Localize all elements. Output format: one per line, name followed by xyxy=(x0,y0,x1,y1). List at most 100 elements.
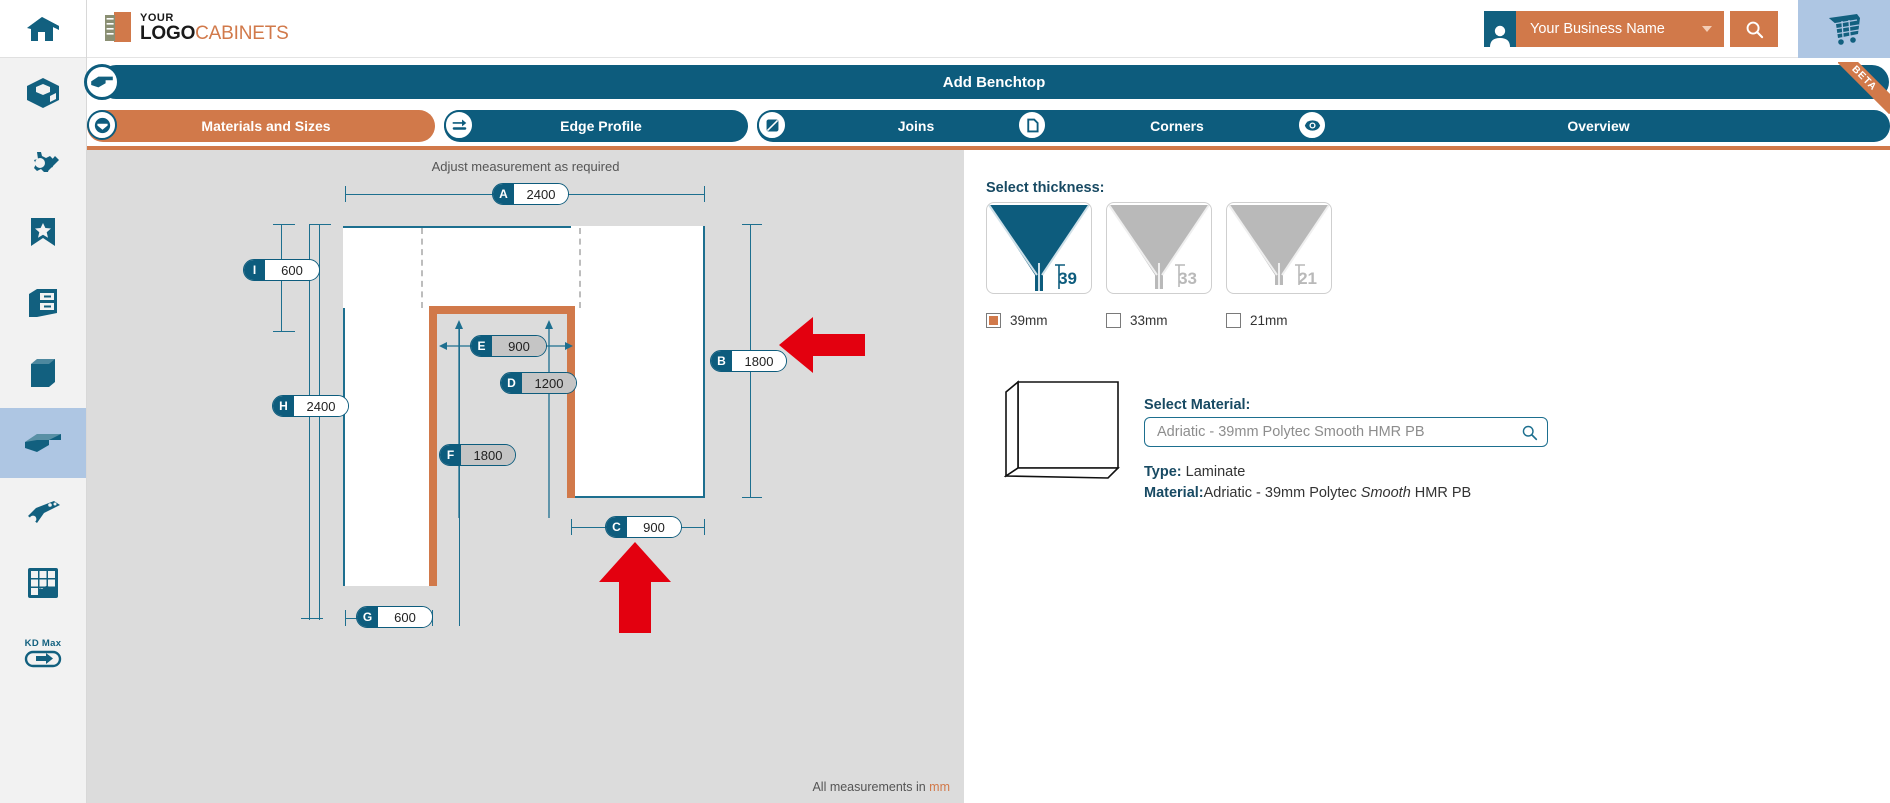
units-note-prefix: All measurements in xyxy=(812,780,930,794)
badge-value[interactable]: 900 xyxy=(492,336,546,356)
tab-label: Edge Profile xyxy=(560,118,642,134)
top-header: YOUR LOGOCABINETS Your Business Name xyxy=(87,0,1890,58)
corners-icon xyxy=(1026,118,1039,132)
thickness-value-33: 33 xyxy=(1178,269,1197,288)
home-icon xyxy=(27,16,59,41)
badge-value[interactable]: 2400 xyxy=(514,184,568,204)
keypad-icon xyxy=(28,568,58,598)
favourites-icon xyxy=(31,218,55,246)
beta-label: BETA xyxy=(1838,62,1890,114)
units-note-unit: mm xyxy=(929,780,950,794)
thickness-thumb-39[interactable]: 39 xyxy=(986,202,1092,294)
tab-corners[interactable]: Corners xyxy=(1017,110,1327,142)
hinge-hardware-icon xyxy=(28,501,60,523)
measurement-badge-c[interactable]: C 900 xyxy=(605,516,682,538)
cutout-frame-left xyxy=(429,306,437,586)
badge-value[interactable]: 900 xyxy=(627,517,681,537)
beta-ribbon: BETA xyxy=(1838,62,1890,114)
tab-materials-and-sizes[interactable]: Materials and Sizes xyxy=(87,110,435,142)
thickness-label-21: 21mm xyxy=(1250,313,1288,328)
units-note: All measurements in mm xyxy=(812,780,950,794)
business-name-label: Your Business Name xyxy=(1530,21,1665,37)
dim-line-f xyxy=(459,326,460,626)
eye-icon xyxy=(1304,119,1320,131)
badge-value[interactable]: 600 xyxy=(378,607,432,627)
dim-line-g-ext xyxy=(319,224,320,620)
badge-value[interactable]: 1800 xyxy=(461,445,515,465)
benchtop-drawing-canvas[interactable]: Adjust measurement as required A 2400 I … xyxy=(87,146,964,803)
material-search-input[interactable]: Adriatic - 39mm Polytec Smooth HMR PB xyxy=(1144,417,1548,447)
sidebar-item-hardware[interactable] xyxy=(0,478,86,548)
logo-suffix: CABINETS xyxy=(195,23,289,44)
sidebar-item-cabinets[interactable] xyxy=(0,268,86,338)
material-placeholder: Adriatic - 39mm Polytec Smooth HMR PB xyxy=(1157,424,1425,440)
cabinet-icon xyxy=(29,289,57,317)
select-material-label: Select Material: xyxy=(1144,397,1251,413)
badge-key: I xyxy=(244,260,265,280)
material-3d-box-icon xyxy=(1003,380,1120,479)
thickness-thumb-33[interactable]: 33 xyxy=(1106,202,1212,294)
checkbox-33mm[interactable] xyxy=(1106,313,1121,328)
cart-button[interactable] xyxy=(1798,0,1890,58)
sidebar-item-benchtops[interactable] xyxy=(0,408,86,478)
dim-tick xyxy=(345,610,346,626)
logo-line-2: LOGO xyxy=(140,23,196,44)
benchtop-icon xyxy=(25,434,61,452)
cart-icon xyxy=(1829,14,1860,45)
dim-line-h xyxy=(309,224,310,620)
badge-key: E xyxy=(471,336,492,356)
benchtop-round-icon xyxy=(94,117,110,133)
search-icon xyxy=(1522,425,1538,441)
sidebar-item-room[interactable] xyxy=(0,58,86,128)
tab-overview[interactable]: Overview xyxy=(1297,110,1890,142)
badge-value[interactable]: 2400 xyxy=(294,396,348,416)
edge-profile-icon xyxy=(452,119,466,130)
page-title: Add Benchtop xyxy=(942,73,1046,91)
room-icon xyxy=(27,78,59,108)
thickness-checkbox-row-33[interactable]: 33mm xyxy=(1106,313,1168,328)
header-search-button[interactable] xyxy=(1730,11,1778,47)
sidebar-item-keypad[interactable] xyxy=(0,548,86,618)
red-arrow-left-pointing xyxy=(779,317,865,373)
dim-tick xyxy=(742,497,762,498)
business-name-dropdown[interactable]: Your Business Name xyxy=(1516,11,1724,47)
material-type-row: Type: Laminate xyxy=(1144,464,1245,480)
kdmax-icon xyxy=(24,650,62,667)
material-type-value: Laminate xyxy=(1185,464,1246,480)
measurement-badge-f[interactable]: F 1800 xyxy=(439,444,516,466)
badge-key: C xyxy=(606,517,627,537)
measurement-badge-e[interactable]: E 900 xyxy=(470,335,547,357)
measurement-badge-b[interactable]: B 1800 xyxy=(710,350,787,372)
measurement-badge-a[interactable]: A 2400 xyxy=(492,183,569,205)
cutout-guide-right xyxy=(579,228,581,308)
sidebar-item-design-settings[interactable] xyxy=(0,128,86,198)
left-icon-rail: KD Max xyxy=(0,0,87,803)
sidebar-item-kdmax[interactable]: KD Max xyxy=(0,618,86,688)
measurement-badge-h[interactable]: H 2400 xyxy=(272,395,349,417)
brand-logo[interactable]: YOUR LOGOCABINETS xyxy=(103,10,289,44)
avatar xyxy=(1484,11,1516,47)
benchtop-panel-right xyxy=(571,226,705,498)
tab-edge-profile[interactable]: Edge Profile xyxy=(444,110,748,142)
badge-value[interactable]: 1200 xyxy=(522,373,576,393)
measurement-badge-i[interactable]: I 600 xyxy=(243,259,320,281)
measurement-badge-g[interactable]: G 600 xyxy=(356,606,433,628)
dim-tick xyxy=(704,186,705,202)
dim-tick xyxy=(345,186,346,202)
sidebar-item-home[interactable] xyxy=(0,0,86,58)
sidebar-item-favourites[interactable] xyxy=(0,198,86,268)
checkbox-39mm[interactable] xyxy=(986,313,1001,328)
thickness-checkbox-row-39[interactable]: 39mm xyxy=(986,313,1048,328)
sidebar-item-panels[interactable] xyxy=(0,338,86,408)
material-type-key: Type: xyxy=(1144,464,1182,480)
measurement-badge-d[interactable]: D 1200 xyxy=(500,372,577,394)
material-search-icon[interactable] xyxy=(1521,424,1538,446)
search-icon xyxy=(1746,21,1763,38)
thickness-thumb-21[interactable]: 21 xyxy=(1226,202,1332,294)
account-switcher[interactable]: Your Business Name xyxy=(1484,11,1778,47)
kdmax-label: KD Max xyxy=(24,637,62,649)
badge-value[interactable]: 600 xyxy=(265,260,319,280)
checkbox-21mm[interactable] xyxy=(1226,313,1241,328)
thickness-checkbox-row-21[interactable]: 21mm xyxy=(1226,313,1288,328)
dim-tick xyxy=(742,224,762,225)
